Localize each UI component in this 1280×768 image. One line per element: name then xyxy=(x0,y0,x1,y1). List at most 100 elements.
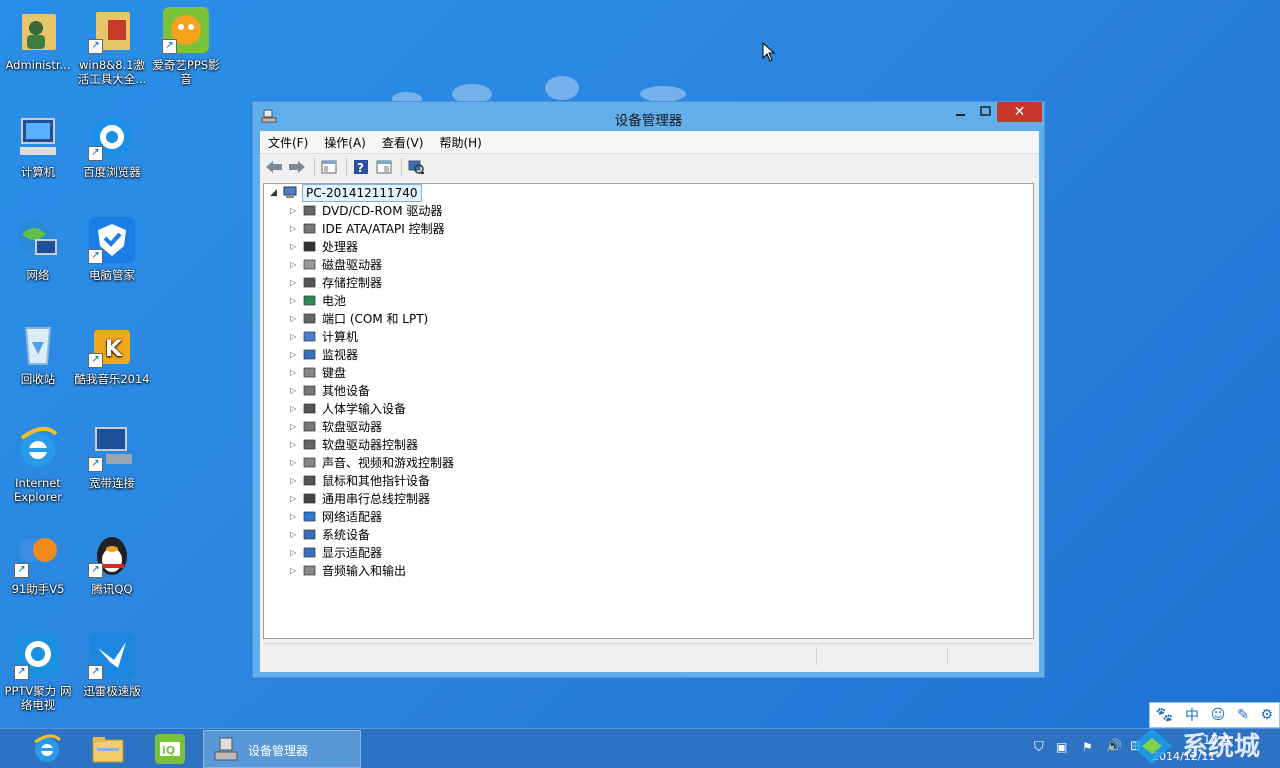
expand-arrow-icon[interactable]: ▷ xyxy=(290,238,296,256)
maximize-button[interactable] xyxy=(973,102,999,122)
pc-manager-tray-icon[interactable]: ⛉ xyxy=(1034,740,1044,755)
back-button[interactable] xyxy=(264,157,284,177)
menu-file[interactable]: 文件(F) xyxy=(260,134,316,151)
taskbar-iqiyi[interactable]: iQ xyxy=(143,731,197,767)
expand-arrow-icon[interactable]: ▷ xyxy=(290,310,296,328)
expand-arrow-icon[interactable]: ▷ xyxy=(290,256,296,274)
desktop-icon-label: 计算机 xyxy=(20,165,56,179)
taskbar-ie[interactable] xyxy=(20,731,74,767)
menu-action[interactable]: 操作(A) xyxy=(316,134,374,151)
desktop-icon-recycle-bin[interactable]: 回收站 xyxy=(0,320,76,386)
iqiyi-pps-icon: ↗ xyxy=(162,6,210,54)
tree-item-label: 显示适配器 xyxy=(322,546,383,560)
xunlei-bird-icon: ↗ xyxy=(88,632,136,680)
tree-item-label: DVD/CD-ROM 驱动器 xyxy=(322,204,443,218)
expand-arrow-icon[interactable]: ▷ xyxy=(290,220,296,238)
taskbar-device-manager[interactable]: 设备管理器 xyxy=(203,730,361,768)
help-button[interactable]: ? xyxy=(351,157,371,177)
desktop-icon-internet-explorer[interactable]: Internet Explorer xyxy=(0,424,76,504)
expand-arrow-icon[interactable]: ▷ xyxy=(290,526,296,544)
tree-item[interactable]: ▷ 通用串行总线控制器 xyxy=(290,490,690,508)
desktop-icon-win8-activator[interactable]: ↗ win8&8.1激活工具大全... xyxy=(74,6,150,86)
desktop-icon-xunlei[interactable]: ↗ 迅雷极速版 xyxy=(74,632,150,698)
scan-hardware-changes-button[interactable] xyxy=(406,157,426,177)
svg-text:?: ? xyxy=(357,161,364,175)
expand-arrow-icon[interactable]: ▷ xyxy=(290,508,296,526)
expand-arrow-icon[interactable]: ▷ xyxy=(290,400,296,418)
watermark: 系统城 xyxy=(1130,720,1280,768)
expand-arrow-icon[interactable]: ▷ xyxy=(290,418,296,436)
security-tray-icon[interactable]: ▣ xyxy=(1056,740,1067,754)
expand-arrow-icon[interactable]: ▷ xyxy=(290,562,296,580)
tree-item[interactable]: ▷ 软盘驱动器控制器 xyxy=(290,436,690,454)
menu-bar: 文件(F) 操作(A) 查看(V) 帮助(H) xyxy=(260,131,1039,153)
expand-arrow-icon[interactable]: ▷ xyxy=(290,436,296,454)
desktop-icon-network[interactable]: 网络 xyxy=(0,216,76,282)
tree-item[interactable]: ▷ 端口 (COM 和 LPT) xyxy=(290,310,690,328)
desktop-icon-computer[interactable]: 计算机 xyxy=(0,113,76,179)
desktop-icon-iqiyi[interactable]: ↗ 爱奇艺PPS影音 xyxy=(148,6,224,86)
flag-tray-icon[interactable]: ⚑ xyxy=(1082,740,1093,754)
tree-item[interactable]: ▷ DVD/CD-ROM 驱动器 xyxy=(290,202,690,220)
tree-item[interactable]: ▷ 音频输入和输出 xyxy=(290,562,690,580)
collapse-arrow-icon[interactable]: ◢ xyxy=(270,184,277,202)
tree-item[interactable]: ▷ 网络适配器 xyxy=(290,508,690,526)
tree-item[interactable]: ▷ 软盘驱动器 xyxy=(290,418,690,436)
device-tree[interactable]: ◢ PC-201412111740 ▷ DVD/CD-ROM 驱动器 ▷ IDE AT… xyxy=(263,183,1034,639)
desktop-icon-broadband[interactable]: ↗ 宽带连接 xyxy=(74,424,150,490)
show-hide-console-tree-button[interactable] xyxy=(319,157,339,177)
expand-arrow-icon[interactable]: ▷ xyxy=(290,472,296,490)
desktop-icon-kuwo-music[interactable]: K ↗ 酷我音乐2014 xyxy=(74,320,150,386)
tree-item[interactable]: ▷ 声音、视频和游戏控制器 xyxy=(290,454,690,472)
tree-root[interactable]: ◢ PC-201412111740 xyxy=(270,184,570,202)
menu-view[interactable]: 查看(V) xyxy=(374,134,432,151)
tree-item[interactable]: ▷ 计算机 xyxy=(290,328,690,346)
toolbar-separator xyxy=(314,157,315,176)
properties-button[interactable] xyxy=(374,157,394,177)
expand-arrow-icon[interactable]: ▷ xyxy=(290,328,296,346)
tree-item[interactable]: ▷ 显示适配器 xyxy=(290,544,690,562)
tree-item[interactable]: ▷ IDE ATA/ATAPI 控制器 xyxy=(290,220,690,238)
tree-item[interactable]: ▷ 人体学输入设备 xyxy=(290,400,690,418)
desktop-icon-pptv[interactable]: ↗ PPTV聚力 网络电视 xyxy=(0,632,76,712)
file-explorer-folder-icon xyxy=(92,737,124,763)
expand-arrow-icon[interactable]: ▷ xyxy=(290,364,296,382)
desktop-icon-label: Internet Explorer xyxy=(14,476,62,504)
desktop-icon-administrator[interactable]: Administr... xyxy=(0,6,76,72)
processor-icon xyxy=(303,241,316,252)
taskbar: iQ 设备管理器 ⛉ ▣ ⚑ 🔊 ⊞ 17:4 2014/12/11 xyxy=(0,728,1280,768)
tree-item[interactable]: ▷ 键盘 xyxy=(290,364,690,382)
close-button[interactable]: ✕ xyxy=(997,102,1042,122)
title-bar[interactable]: 设备管理器 ✕ xyxy=(253,102,1044,131)
tree-item[interactable]: ▷ 电池 xyxy=(290,292,690,310)
tree-item[interactable]: ▷ 其他设备 xyxy=(290,382,690,400)
tree-item[interactable]: ▷ 鼠标和其他指针设备 xyxy=(290,472,690,490)
desktop-icon-qq[interactable]: ↗ 腾讯QQ xyxy=(74,530,150,596)
expand-arrow-icon[interactable]: ▷ xyxy=(290,490,296,508)
tree-item-label: 键盘 xyxy=(322,366,347,380)
tree-item[interactable]: ▷ 系统设备 xyxy=(290,526,690,544)
expand-arrow-icon[interactable]: ▷ xyxy=(290,454,296,472)
forward-button[interactable] xyxy=(287,157,307,177)
desktop-icon-91-assistant[interactable]: ↗ 91助手V5 xyxy=(0,530,76,596)
tree-item[interactable]: ▷ 存储控制器 xyxy=(290,274,690,292)
device-manager-window[interactable]: 设备管理器 ✕ 文件(F) 操作(A) 查看(V) 帮助(H) ? ◢ PC-2… xyxy=(252,101,1045,678)
expand-arrow-icon[interactable]: ▷ xyxy=(290,544,296,562)
expand-arrow-icon[interactable]: ▷ xyxy=(290,346,296,364)
minimize-button[interactable] xyxy=(947,102,973,122)
expand-arrow-icon[interactable]: ▷ xyxy=(290,274,296,292)
computer-icon xyxy=(14,113,62,161)
tree-root-label: PC-201412111740 xyxy=(302,184,422,202)
floppy-drive-icon xyxy=(303,421,316,432)
taskbar-file-explorer[interactable] xyxy=(81,731,135,767)
volume-icon[interactable]: 🔊 xyxy=(1106,739,1122,754)
expand-arrow-icon[interactable]: ▷ xyxy=(290,292,296,310)
tree-item[interactable]: ▷ 处理器 xyxy=(290,238,690,256)
desktop-icon-baidu-browser[interactable]: ↗ 百度浏览器 xyxy=(74,113,150,179)
expand-arrow-icon[interactable]: ▷ xyxy=(290,202,296,220)
tree-item[interactable]: ▷ 磁盘驱动器 xyxy=(290,256,690,274)
menu-help[interactable]: 帮助(H) xyxy=(431,134,489,151)
expand-arrow-icon[interactable]: ▷ xyxy=(290,382,296,400)
desktop-icon-pc-manager[interactable]: ↗ 电脑管家 xyxy=(74,216,150,282)
tree-item[interactable]: ▷ 监视器 xyxy=(290,346,690,364)
